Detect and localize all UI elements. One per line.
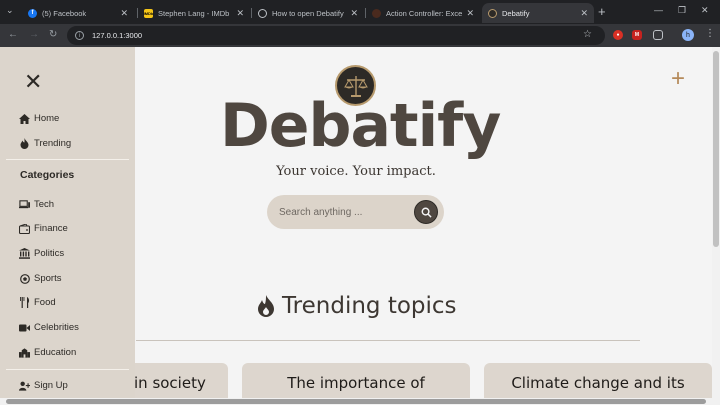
browser-tab-action-controller[interactable]: Action Controller: Excepti ✕	[366, 3, 480, 23]
browser-toolbar: ← → ↻ i 127.0.0.1:3000	[0, 24, 720, 47]
sidebar-item-label: Education	[34, 347, 77, 358]
sidebar-item-label: Celebrities	[34, 322, 79, 333]
fire-icon	[258, 295, 274, 317]
ball-icon	[19, 273, 30, 284]
address-bar[interactable]: i 127.0.0.1:3000	[67, 26, 605, 45]
trending-heading: Trending topics	[256, 293, 457, 319]
facebook-icon: f	[28, 8, 37, 18]
tab-title: Debatify	[502, 8, 530, 18]
landmark-icon	[19, 248, 30, 259]
trending-heading-text: Trending topics	[282, 293, 457, 319]
section-divider	[136, 340, 640, 341]
sidebar-item-label: Tech	[34, 199, 55, 210]
extensions-puzzle-icon[interactable]	[653, 30, 663, 40]
scrollbar-thumb[interactable]	[713, 51, 719, 247]
imdb-icon: IMDb	[143, 8, 154, 18]
sidebar-item-politics[interactable]: Politics	[19, 248, 64, 259]
home-icon	[19, 113, 30, 124]
sidebar: ✕ Home Trending Categories Tech Finance …	[0, 47, 135, 398]
close-window-icon[interactable]: ✕	[701, 5, 709, 16]
search-button[interactable]	[414, 200, 438, 224]
utensils-icon	[19, 297, 30, 308]
sidebar-item-education[interactable]: Education	[19, 347, 76, 358]
categories-heading: Categories	[20, 169, 75, 181]
back-icon[interactable]: ←	[8, 29, 18, 40]
brand-title: Debatify	[220, 91, 501, 161]
sidebar-item-label: Politics	[34, 248, 65, 259]
sidebar-item-label: Sign Up	[34, 380, 68, 391]
user-plus-icon	[19, 380, 30, 391]
close-sidebar-button[interactable]: ✕	[24, 71, 42, 93]
minimize-icon[interactable]: —	[654, 5, 663, 15]
sidebar-item-label: Trending	[34, 138, 72, 149]
fire-icon	[19, 138, 30, 149]
wallet-icon	[19, 223, 30, 234]
site-info-icon[interactable]: i	[75, 31, 84, 40]
rails-icon	[372, 8, 381, 18]
browser-tab-debatify[interactable]: Debatify ✕	[482, 3, 594, 23]
tab-title: Action Controller: Excepti	[386, 8, 463, 18]
reload-icon[interactable]: ↻	[49, 29, 57, 40]
search-input[interactable]	[279, 206, 409, 218]
sidebar-divider	[6, 159, 129, 160]
vertical-scrollbar[interactable]	[712, 47, 720, 398]
record-extension-icon[interactable]: ●	[613, 30, 623, 40]
add-topic-button[interactable]: +	[671, 65, 685, 93]
tagline: Your voice. Your impact.	[276, 164, 436, 179]
school-icon	[19, 347, 30, 358]
sidebar-item-trending[interactable]: Trending	[19, 138, 71, 149]
topic-card[interactable]: The importance of	[242, 363, 470, 398]
horizontal-scrollbar[interactable]	[0, 398, 720, 405]
sidebar-item-signup[interactable]: Sign Up	[19, 380, 68, 391]
browser-tab-how-to-open[interactable]: How to open Debatify ✕	[252, 3, 364, 23]
bookmark-star-icon[interactable]: ☆	[583, 29, 592, 40]
browser-tab-strip: ⌄ f (5) Facebook ✕ IMDb Stephen Lang - I…	[0, 0, 720, 24]
tab-search-icon[interactable]: ⌄	[6, 5, 14, 16]
sidebar-divider	[6, 369, 129, 370]
tab-close-icon[interactable]: ✕	[350, 8, 358, 19]
laptop-icon	[19, 199, 30, 210]
sidebar-item-label: Home	[34, 113, 60, 124]
topic-card-title: Climate change and its	[511, 374, 685, 392]
sidebar-item-celebrities[interactable]: Celebrities	[19, 322, 79, 333]
tab-close-icon[interactable]: ✕	[466, 8, 474, 19]
sidebar-item-label: Sports	[34, 273, 62, 284]
restore-icon[interactable]: ❐	[678, 5, 686, 16]
search-icon	[421, 207, 432, 218]
topic-card[interactable]: Climate change and its	[484, 363, 712, 398]
sidebar-item-label: Food	[34, 297, 56, 308]
sidebar-item-food[interactable]: Food	[19, 297, 56, 308]
sidebar-item-sports[interactable]: Sports	[19, 273, 61, 284]
debatify-icon	[488, 8, 497, 18]
forward-icon[interactable]: →	[29, 29, 39, 40]
tab-title: (5) Facebook	[42, 8, 87, 18]
browser-menu-icon[interactable]: ⋮	[705, 28, 715, 39]
tab-title: Stephen Lang - IMDb	[158, 8, 230, 18]
tab-close-icon[interactable]: ✕	[236, 8, 244, 19]
tab-title: How to open Debatify	[272, 8, 344, 18]
sidebar-item-label: Finance	[34, 223, 68, 234]
tab-close-icon[interactable]: ✕	[580, 8, 588, 19]
sidebar-item-finance[interactable]: Finance	[19, 223, 68, 234]
address-url[interactable]: 127.0.0.1:3000	[92, 31, 142, 40]
browser-tab-facebook[interactable]: f (5) Facebook ✕	[22, 3, 134, 23]
video-icon	[19, 322, 30, 333]
m-extension-icon[interactable]: M	[632, 30, 642, 40]
search-bar	[267, 195, 444, 229]
profile-avatar[interactable]: h	[682, 29, 694, 41]
globe-icon	[258, 8, 267, 18]
sidebar-item-tech[interactable]: Tech	[19, 199, 54, 210]
browser-tab-imdb[interactable]: IMDb Stephen Lang - IMDb ✕	[138, 3, 250, 23]
new-tab-button[interactable]: +	[598, 4, 606, 19]
tab-close-icon[interactable]: ✕	[120, 8, 128, 19]
topic-card-title: The importance of	[287, 374, 425, 392]
sidebar-item-home[interactable]: Home	[19, 113, 59, 124]
scrollbar-thumb[interactable]	[6, 399, 706, 404]
